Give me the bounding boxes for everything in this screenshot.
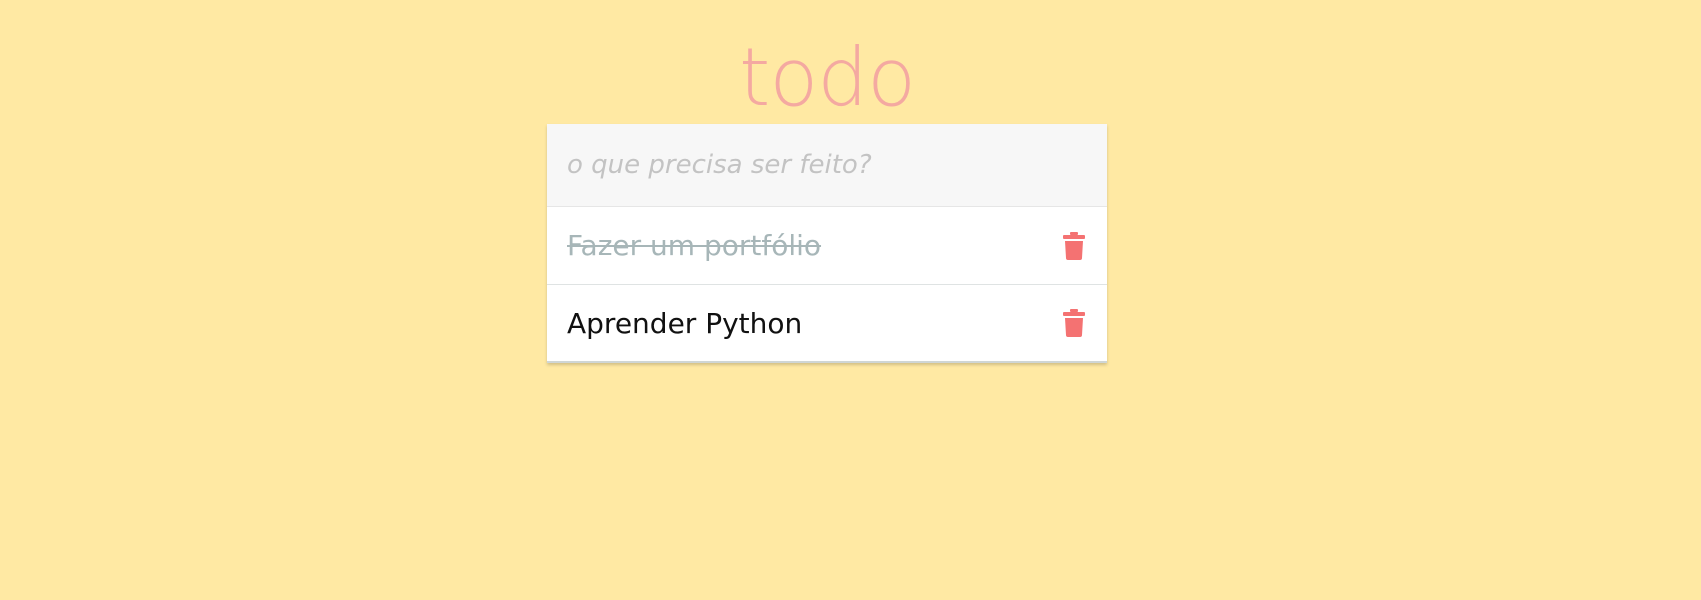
todo-item[interactable]: Fazer um portfólio <box>547 207 1107 285</box>
todo-item-label[interactable]: Fazer um portfólio <box>567 229 821 262</box>
todo-card: Fazer um portfólio Aprender Python <box>547 124 1107 363</box>
todo-item[interactable]: Aprender Python <box>547 285 1107 363</box>
todo-item-label[interactable]: Aprender Python <box>567 307 802 340</box>
todo-app: todo Fazer um portfólio Aprender Python <box>547 30 1107 363</box>
app-title: todo <box>738 31 916 124</box>
trash-icon[interactable] <box>1061 308 1087 338</box>
new-todo-input-wrapper <box>547 124 1107 207</box>
trash-icon[interactable] <box>1061 231 1087 261</box>
new-todo-input[interactable] <box>567 124 1107 206</box>
